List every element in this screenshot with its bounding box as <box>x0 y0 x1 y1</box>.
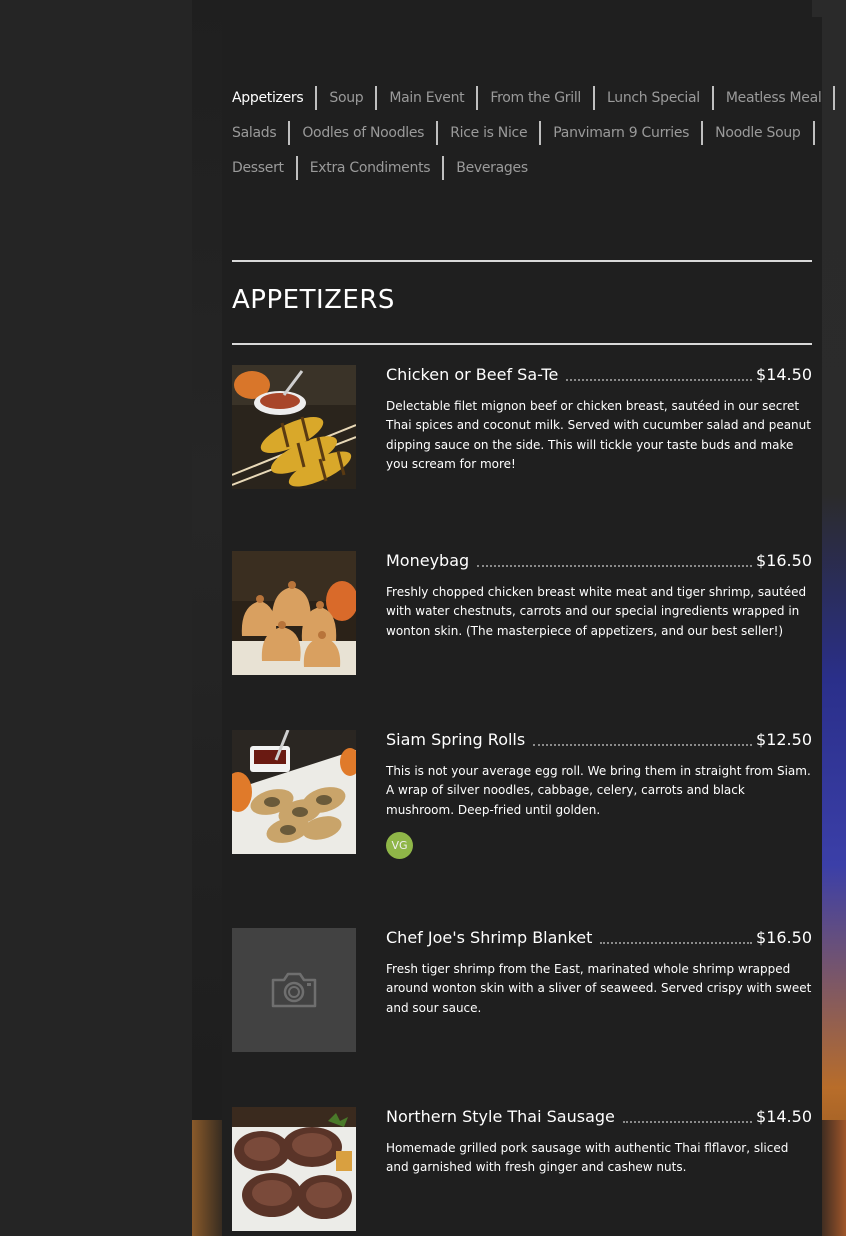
tab-lunch-special[interactable]: Lunch Special <box>593 85 712 110</box>
tab-panvimarn-9-curries[interactable]: Panvimarn 9 Curries <box>539 120 701 145</box>
satay-photo[interactable] <box>232 365 356 489</box>
menu-item-description: This is not your average egg roll. We br… <box>386 764 811 817</box>
menu-item-price: $14.50 <box>756 1107 812 1126</box>
menu-item-name: Siam Spring Rolls <box>386 730 526 749</box>
dotted-leader <box>477 565 753 567</box>
section-divider-top <box>232 260 812 262</box>
tab-divider <box>812 120 815 145</box>
menu-item-header: Northern Style Thai Sausage $14.50 <box>386 1107 812 1131</box>
tab-row-2: Salads Oodles of Noodles Rice is Nice Pa… <box>232 115 815 150</box>
menu-item-info: Moneybag $16.50 Freshly chopped chicken … <box>386 551 812 641</box>
tab-row-3: Dessert Extra Condiments Beverages <box>232 150 812 185</box>
menu-item-header: Chef Joe's Shrimp Blanket $16.50 <box>386 928 812 952</box>
tab-from-the-grill[interactable]: From the Grill <box>476 85 593 110</box>
menu-item-info: Siam Spring Rolls $12.50 This is not you… <box>386 730 812 859</box>
dotted-leader <box>622 1121 753 1123</box>
tab-meatless-meal[interactable]: Meatless Meal <box>711 85 834 110</box>
menu-category-tabs: Appetizers Soup Main Event From the Gril… <box>232 80 836 185</box>
image-placeholder[interactable] <box>232 928 356 1052</box>
dotted-leader <box>566 379 753 381</box>
tab-noodle-soup[interactable]: Noodle Soup <box>701 120 812 145</box>
tab-extra-condiments[interactable]: Extra Condiments <box>295 155 443 180</box>
tab-rice-is-nice[interactable]: Rice is Nice <box>436 120 539 145</box>
tab-salads[interactable]: Salads <box>232 121 288 145</box>
menu-item-price: $12.50 <box>756 730 812 749</box>
menu-item-header: Moneybag $16.50 <box>386 551 812 575</box>
menu-item-price: $14.50 <box>756 365 812 384</box>
menu-item-description: Fresh tiger shrimp from the East, marina… <box>386 962 812 1015</box>
tab-beverages[interactable]: Beverages <box>442 155 540 180</box>
camera-icon <box>271 972 317 1008</box>
spring-rolls-photo[interactable] <box>232 730 356 854</box>
moneybag-photo[interactable] <box>232 551 356 675</box>
menu-item-description: Homemade grilled pork sausage with authe… <box>386 1141 789 1175</box>
menu-item-name: Chicken or Beef Sa-Te <box>386 365 559 384</box>
tab-appetizers[interactable]: Appetizers <box>232 86 315 110</box>
menu-item-name: Northern Style Thai Sausage <box>386 1107 615 1126</box>
menu-item-description: Delectable filet mignon beef or chicken … <box>386 399 811 471</box>
tab-oodles-of-noodles[interactable]: Oodles of Noodles <box>288 120 436 145</box>
menu-item-price: $16.50 <box>756 551 812 570</box>
menu-item-description: Freshly chopped chicken breast white mea… <box>386 585 807 638</box>
tab-divider <box>833 85 836 110</box>
menu-item-name: Chef Joe's Shrimp Blanket <box>386 928 593 947</box>
vegetarian-badge: VG <box>386 831 413 859</box>
menu-item-price: $16.50 <box>756 928 812 947</box>
tab-main-event[interactable]: Main Event <box>375 85 476 110</box>
tab-row-1: Appetizers Soup Main Event From the Gril… <box>232 80 836 115</box>
menu-item-name: Moneybag <box>386 551 470 570</box>
menu-item-info: Chicken or Beef Sa-Te $14.50 Delectable … <box>386 365 812 474</box>
menu-item-header: Siam Spring Rolls $12.50 <box>386 730 812 754</box>
menu-item-info: Northern Style Thai Sausage $14.50 Homem… <box>386 1107 812 1178</box>
section-title: APPETIZERS <box>232 285 395 315</box>
dotted-leader <box>533 744 753 746</box>
tab-soup[interactable]: Soup <box>315 85 375 110</box>
menu-item-header: Chicken or Beef Sa-Te $14.50 <box>386 365 812 389</box>
section-divider-bottom <box>232 343 812 345</box>
tab-dessert[interactable]: Dessert <box>232 156 296 180</box>
dotted-leader <box>600 942 753 944</box>
sausage-photo[interactable] <box>232 1107 356 1231</box>
menu-item-info: Chef Joe's Shrimp Blanket $16.50 Fresh t… <box>386 928 812 1018</box>
